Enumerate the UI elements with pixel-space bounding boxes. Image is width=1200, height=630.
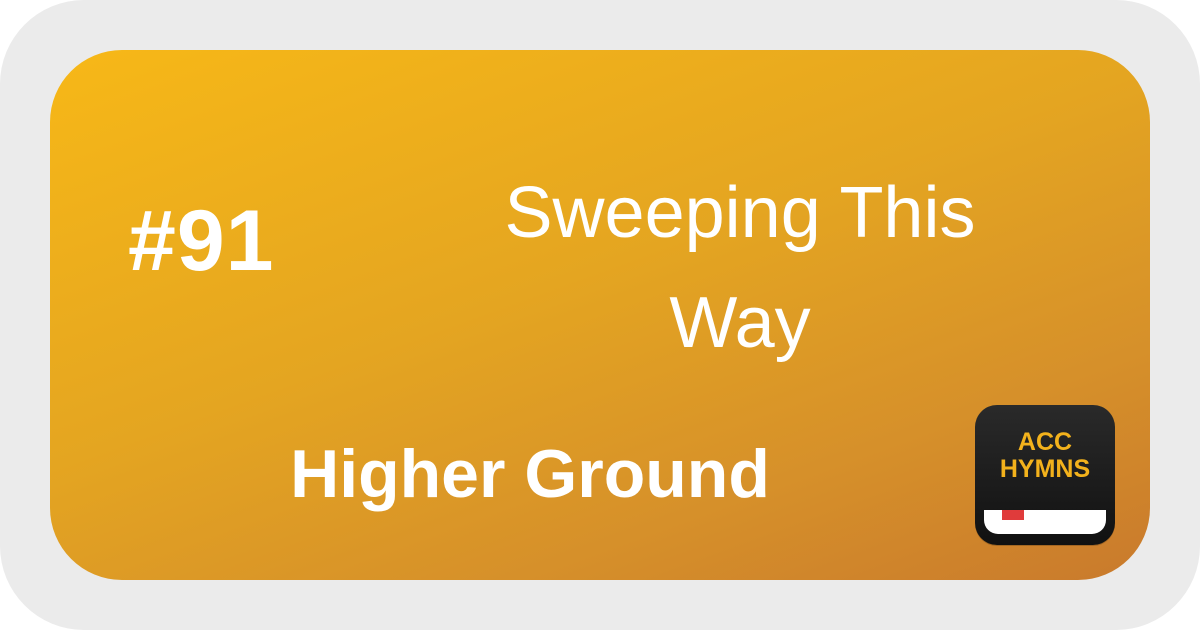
hymn-title-line-2: Way — [669, 283, 811, 363]
app-icon-label: ACC HYMNS — [975, 429, 1115, 483]
bookmark-icon — [1002, 510, 1024, 520]
hymn-card: #91 Sweeping This Way Higher Ground ACC … — [50, 50, 1150, 580]
hymn-tune-name: Higher Ground — [290, 436, 770, 512]
acc-hymns-app-icon: ACC HYMNS — [975, 405, 1115, 545]
app-icon-label-line-2: HYMNS — [999, 455, 1091, 483]
hymn-title: Sweeping This Way — [410, 158, 1070, 378]
share-image: #91 Sweeping This Way Higher Ground ACC … — [0, 0, 1200, 630]
hymn-number: #91 — [128, 193, 275, 289]
book-pages-icon — [984, 510, 1106, 534]
app-icon-label-line-1: ACC — [1017, 428, 1073, 456]
hymn-title-line-1: Sweeping This — [504, 173, 976, 253]
